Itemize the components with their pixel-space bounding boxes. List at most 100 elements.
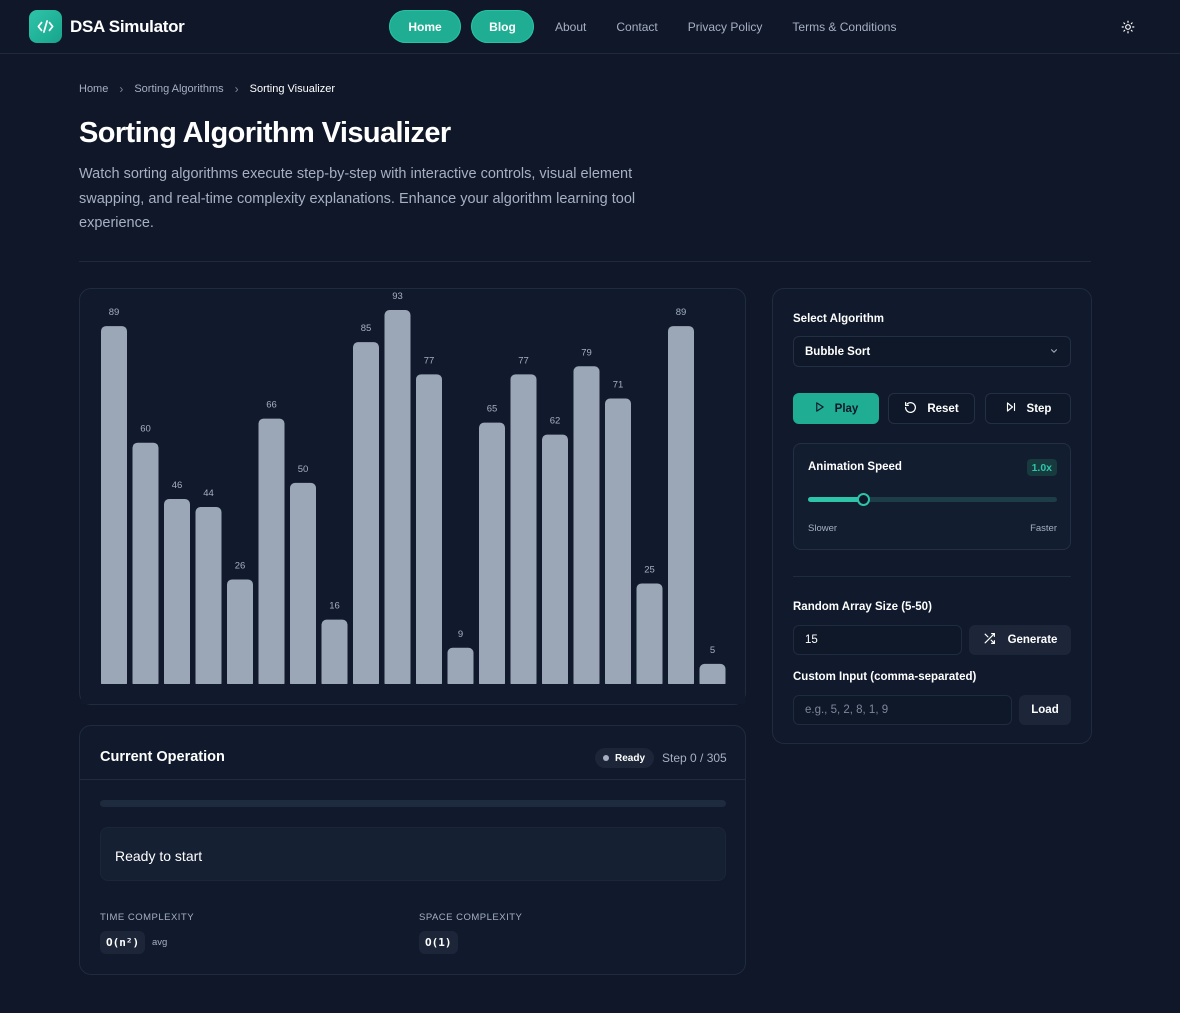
load-button[interactable]: Load <box>1019 695 1071 725</box>
speed-slider-fill <box>808 497 863 502</box>
chart-bar <box>542 434 568 688</box>
custom-input-placeholder: e.g., 5, 2, 8, 1, 9 <box>805 704 889 716</box>
breadcrumb-home[interactable]: Home <box>79 83 108 95</box>
nav-contact-link[interactable]: Contact <box>616 20 657 34</box>
play-label: Play <box>834 402 859 415</box>
chart-bar-label: 16 <box>329 601 340 612</box>
chart-bar <box>101 326 127 688</box>
chart-bar-label: 5 <box>710 645 715 656</box>
chart-bar <box>290 482 316 688</box>
chart-bar-label: 77 <box>424 355 435 366</box>
chart-bar <box>164 499 190 688</box>
brand-name: DSA Simulator <box>70 16 185 36</box>
breadcrumb-current: Sorting Visualizer <box>249 83 336 95</box>
step-button[interactable]: Step <box>985 393 1071 424</box>
load-label: Load <box>1031 704 1059 716</box>
chart-bar-label: 71 <box>613 379 624 390</box>
step-label: Step <box>1026 402 1052 415</box>
chart-bar <box>132 442 159 688</box>
chart-bar <box>636 583 663 688</box>
chart-bar <box>416 374 442 688</box>
array-size-input[interactable]: 15 <box>793 625 962 655</box>
operation-header: Current Operation Ready Step 0 / 305 <box>80 726 745 780</box>
chart-bar <box>321 619 348 688</box>
chevron-right-icon: › <box>119 82 124 96</box>
slower-label: Slower <box>808 523 838 534</box>
reset-button[interactable]: Reset <box>888 393 975 424</box>
nav-terms-link[interactable]: Terms & Conditions <box>792 20 896 34</box>
play-icon <box>814 401 825 416</box>
chart-bar-label: 66 <box>266 400 277 411</box>
chart-bar-label: 44 <box>203 488 214 499</box>
chart-bar <box>384 310 411 688</box>
page-title: Sorting Algorithm Visualizer <box>79 117 451 149</box>
nav-about-link[interactable]: About <box>555 20 586 34</box>
chart-bar-label: 93 <box>392 291 403 302</box>
chart-bar-label: 60 <box>140 424 151 435</box>
nav-links: Home Blog About Contact Privacy Policy T… <box>389 10 896 43</box>
array-size-value: 15 <box>805 634 818 646</box>
generate-label: Generate <box>1007 634 1058 646</box>
breadcrumb: Home › Sorting Algorithms › Sorting Visu… <box>79 82 335 96</box>
algorithm-label: Select Algorithm <box>793 313 884 325</box>
code-icon <box>29 10 62 43</box>
chart-bar-label: 50 <box>298 464 309 475</box>
chart-bar <box>479 422 505 688</box>
nav-home-link[interactable]: Home <box>389 10 461 43</box>
operation-title: Current Operation <box>100 749 225 765</box>
status-badge: Ready <box>595 748 655 768</box>
play-button[interactable]: Play <box>793 393 879 424</box>
speed-value-badge: 1.0x <box>1026 459 1057 476</box>
chart-bar-label: 62 <box>550 416 561 427</box>
chart-bar-label: 46 <box>172 480 183 491</box>
operation-message: Ready to start <box>115 848 203 864</box>
step-counter: Step 0 / 305 <box>662 751 727 765</box>
chart-bar <box>195 507 222 688</box>
chart-bar <box>605 398 631 688</box>
algorithm-selected: Bubble Sort <box>805 346 871 358</box>
control-panel: Select Algorithm Bubble Sort Play Reset … <box>772 288 1092 744</box>
time-complexity-note: avg <box>152 937 168 948</box>
nav-blog-link[interactable]: Blog <box>471 10 534 43</box>
custom-input-label: Custom Input (comma-separated) <box>793 671 977 683</box>
chevron-right-icon: › <box>234 82 239 96</box>
breadcrumb-sorting[interactable]: Sorting Algorithms <box>134 83 223 95</box>
visualizer-canvas: 89 60 46 44 26 66 50 16 85 93 77 9 65 77 62 79 71 25 89 5 <box>79 288 746 705</box>
chart-bar-label: 77 <box>518 355 529 366</box>
chart-bar-label: 26 <box>235 560 246 571</box>
reset-label: Reset <box>927 402 959 415</box>
sun-icon[interactable] <box>1118 17 1138 37</box>
nav-privacy-link[interactable]: Privacy Policy <box>688 20 763 34</box>
chart-bar <box>227 579 253 688</box>
chart-bar-label: 25 <box>644 564 655 575</box>
status-text: Ready <box>615 752 646 764</box>
brand-logo[interactable]: DSA Simulator <box>29 10 185 43</box>
chart-baseline-mask <box>81 684 745 704</box>
array-size-label: Random Array Size (5-50) <box>793 601 932 613</box>
space-complexity-label: SPACE COMPLEXITY <box>419 912 523 923</box>
faster-label: Faster <box>1030 523 1057 534</box>
chart-bar-label: 9 <box>458 629 463 640</box>
bar-chart: 89 60 46 44 26 66 50 16 85 93 77 9 65 77 62 79 71 25 89 5 <box>81 291 745 704</box>
divider <box>79 261 1091 262</box>
time-complexity-label: TIME COMPLEXITY <box>100 912 195 923</box>
progress-bar <box>100 800 726 807</box>
skip-forward-icon <box>1005 401 1017 416</box>
custom-input-field[interactable]: e.g., 5, 2, 8, 1, 9 <box>793 695 1012 725</box>
chart-bar <box>510 374 537 688</box>
speed-slider-thumb[interactable] <box>856 493 870 506</box>
chart-bar <box>668 326 694 688</box>
space-complexity-value: O(1) <box>419 931 458 954</box>
speed-slider[interactable] <box>808 493 1057 506</box>
chart-bar-label: 85 <box>361 323 372 334</box>
speed-label: Animation Speed <box>808 461 902 473</box>
current-operation-card: Current Operation Ready Step 0 / 305 Rea… <box>79 725 746 975</box>
chart-bar <box>258 418 285 688</box>
operation-message-box: Ready to start <box>100 827 726 881</box>
top-navbar: DSA Simulator Home Blog About Contact Pr… <box>0 0 1180 54</box>
generate-button[interactable]: Generate <box>969 625 1071 655</box>
chart-bar-label: 89 <box>109 307 120 318</box>
chart-bar <box>573 366 600 688</box>
animation-speed-box: Animation Speed 1.0x Slower Faster <box>793 443 1071 550</box>
algorithm-select[interactable]: Bubble Sort <box>793 336 1071 367</box>
